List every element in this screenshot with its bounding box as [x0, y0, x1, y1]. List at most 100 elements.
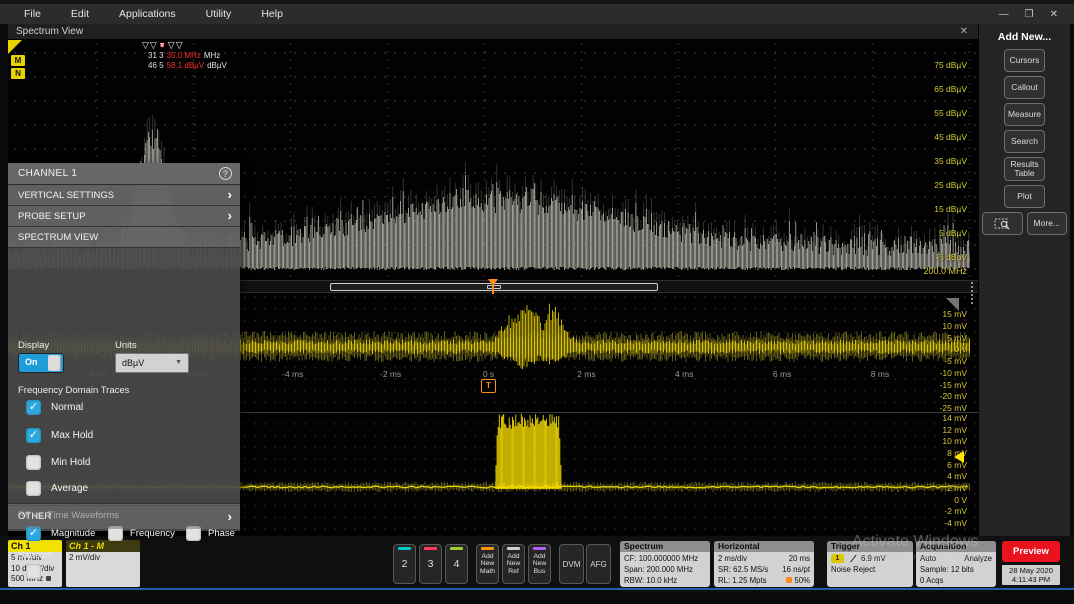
- trigger-position-marker[interactable]: T: [481, 379, 496, 393]
- afg-button[interactable]: AFG: [586, 544, 611, 584]
- add-new-button[interactable]: Add New Ref: [502, 544, 525, 584]
- checkbox-checked-icon[interactable]: ✓: [26, 400, 41, 415]
- time-tick-label: 4 ms: [654, 369, 714, 379]
- y-tick-label: 10 mV: [942, 321, 967, 331]
- menu-item[interactable]: Edit: [71, 8, 89, 20]
- frequency-axis-label: 200.0 MHz: [923, 266, 967, 276]
- maximize-icon[interactable]: ❐: [1025, 9, 1034, 20]
- checkbox-average[interactable]: Average: [26, 481, 88, 496]
- checkbox-checked-icon[interactable]: ✓: [26, 428, 41, 443]
- expansion-point-marker[interactable]: [487, 279, 499, 295]
- checkbox-min-hold[interactable]: Min Hold: [26, 455, 90, 470]
- freq-traces-label: Frequency Domain Traces: [18, 385, 129, 396]
- bottom-divider: [0, 588, 1074, 590]
- checkbox-unchecked-icon[interactable]: [26, 481, 41, 496]
- add-new-button[interactable]: Add New Math: [476, 544, 499, 584]
- channel-buttons: 2 3 4: [393, 544, 468, 584]
- sidebar-button[interactable]: Plot: [1004, 185, 1045, 208]
- close-icon[interactable]: ✕: [1050, 9, 1058, 20]
- section-vertical-settings[interactable]: VERTICAL SETTINGS ›: [8, 185, 240, 206]
- section-spectrum-view[interactable]: SPECTRUM VIEW: [8, 227, 240, 248]
- sidebar-button[interactable]: Search: [1004, 130, 1045, 153]
- channel-button[interactable]: 4: [445, 544, 468, 584]
- bottom-y-axis: 14 mV12 mV10 mV8 mV6 mV4 mV2 mV0 V-2 mV-…: [915, 413, 967, 528]
- y-tick-label: 15 mV: [942, 309, 967, 319]
- spectrum-badge-title: Spectrum: [620, 541, 710, 552]
- y-tick-label: 10 mV: [942, 436, 967, 446]
- help-icon[interactable]: ?: [219, 167, 232, 180]
- zoom-select-button[interactable]: [982, 212, 1023, 235]
- menu-item[interactable]: Utility: [206, 8, 232, 20]
- sidebar-button[interactable]: Cursors: [1004, 49, 1045, 72]
- y-tick-label: 65 dBµV: [934, 83, 967, 95]
- add-new-sidebar: Add New... Cursors Callout Measure Search Re…: [978, 24, 1070, 536]
- reference-marker-label: R: [160, 41, 164, 52]
- units-dropdown[interactable]: dBµV ▼: [115, 353, 189, 373]
- section-probe-setup[interactable]: PROBE SETUP ›: [8, 206, 240, 227]
- time-tick-label: 8 ms: [850, 369, 910, 379]
- peak-marker-icon[interactable]: ▽: [142, 40, 149, 51]
- y-tick-label: 35 dBµV: [934, 155, 967, 167]
- spectrum-settings-badge[interactable]: Spectrum CF: 100.000000 MHzSpan: 200.000…: [620, 541, 710, 587]
- more-button[interactable]: More...: [1027, 212, 1068, 235]
- y-tick-label: 4 mV: [947, 471, 967, 481]
- sidebar-button[interactable]: Callout: [1004, 76, 1045, 99]
- trigger-settings-badge[interactable]: Trigger 1 6.9 mV Noise Reject: [827, 541, 913, 587]
- sidebar-button[interactable]: Results Table: [1004, 157, 1045, 181]
- spectrum-view-settings: Display Units On dBµV ▼ Frequency Domain…: [8, 248, 240, 500]
- peak-marker-icon[interactable]: ▽: [168, 40, 175, 51]
- y-tick-label: 15 dBµV: [934, 203, 967, 215]
- peak-marker-icon[interactable]: ▽: [176, 40, 183, 51]
- y-tick-label: -20 mV: [940, 391, 967, 401]
- menu-item[interactable]: File: [24, 8, 41, 20]
- menu-item[interactable]: Help: [261, 8, 283, 20]
- checkbox-unchecked-icon[interactable]: [26, 455, 41, 470]
- spectrum-view-titlebar: Spectrum View ✕: [8, 24, 978, 40]
- checkbox-unchecked-icon[interactable]: [26, 564, 41, 579]
- chevron-down-icon: ▼: [175, 354, 182, 372]
- reference-marker-icon[interactable]: ▼R: [158, 40, 167, 51]
- menu-item[interactable]: Applications: [119, 8, 176, 20]
- trigger-level-arrow[interactable]: [954, 451, 964, 463]
- trace-badge-n[interactable]: N: [11, 68, 25, 79]
- toggle-knob[interactable]: [48, 355, 61, 371]
- y-tick-label: 14 mV: [942, 413, 967, 423]
- channel-button[interactable]: 3: [419, 544, 442, 584]
- add-new-button[interactable]: Add New Bus: [528, 544, 551, 584]
- preview-button[interactable]: Preview: [1002, 541, 1060, 562]
- peak-markers: ▽ ▽ ▼R ▽ ▽: [142, 40, 183, 51]
- spectrum-badge-row: RBW: 10.0 kHz: [624, 575, 706, 586]
- sidebar-buttons: Cursors Callout Measure Search Results Table…: [979, 49, 1070, 208]
- ch1-trace-handle-icon[interactable]: [8, 40, 22, 54]
- toggle-state-label: On: [25, 357, 38, 367]
- acquisition-badge-title: Acquisition: [916, 541, 996, 552]
- y-tick-label: 2 mV: [947, 483, 967, 493]
- splitter-grip[interactable]: [971, 282, 975, 304]
- sidebar-title: Add New...: [979, 31, 1070, 43]
- time-tick-label: -4 ms: [263, 369, 323, 379]
- y-tick-label: -5 mV: [944, 356, 967, 366]
- ch1m-badge-title: Ch 1 - M: [66, 540, 140, 552]
- checkbox-max-hold[interactable]: ✓ Max Hold: [26, 428, 93, 443]
- chevron-right-icon: ›: [228, 211, 232, 221]
- horizontal-settings-badge[interactable]: Horizontal 2 ms/div20 ms SR: 62.5 MS/s16…: [714, 541, 814, 587]
- sidebar-button[interactable]: Measure: [1004, 103, 1045, 126]
- checkbox-normal[interactable]: ✓ Normal: [26, 400, 83, 415]
- dvm-button[interactable]: DVM: [559, 544, 584, 584]
- channel-color-stripe: [450, 547, 463, 550]
- y-tick-label: -10 mV: [940, 368, 967, 378]
- channel-button[interactable]: 2: [393, 544, 416, 584]
- display-toggle[interactable]: On: [18, 353, 64, 373]
- peak-marker-icon[interactable]: ▽: [150, 40, 157, 51]
- acquisition-settings-badge[interactable]: Acquisition AutoAnalyze Sample: 12 bits …: [916, 541, 996, 587]
- minimize-icon[interactable]: —: [999, 9, 1009, 20]
- trace-badge-m[interactable]: M: [11, 55, 25, 66]
- view-close-icon[interactable]: ✕: [960, 26, 968, 37]
- channel-color-stripe: [398, 547, 411, 550]
- y-tick-label: 55 dBµV: [934, 107, 967, 119]
- section-other[interactable]: OTHER ›: [8, 503, 240, 529]
- spectrum-badge-row: CF: 100.000000 MHz: [624, 553, 706, 564]
- checkbox-squelch[interactable]: [26, 564, 41, 579]
- add-new-buttons: Add New Math Add New Ref Add New Bus: [476, 544, 551, 584]
- ch1-math-badge[interactable]: Ch 1 - M 2 mV/div: [66, 540, 140, 587]
